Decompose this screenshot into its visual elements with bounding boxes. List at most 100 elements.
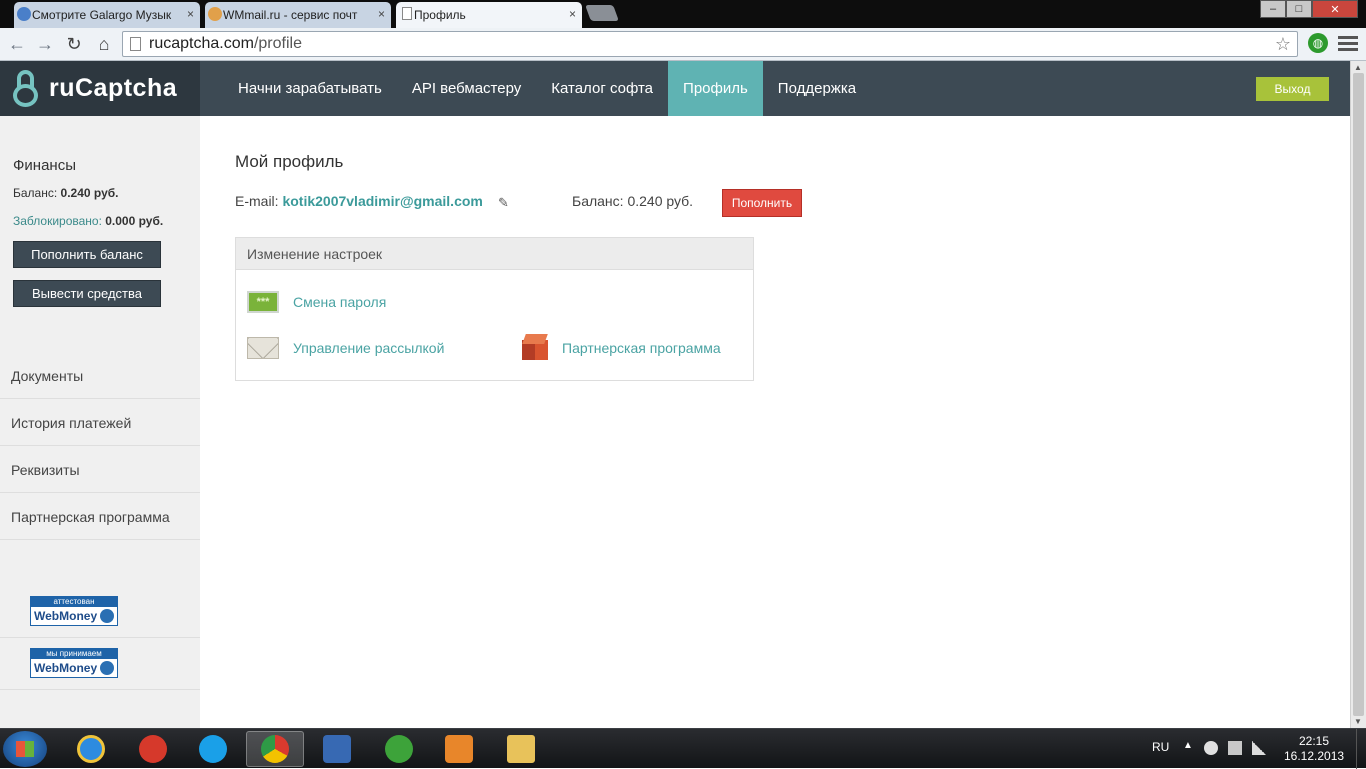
input-language[interactable]: RU: [1152, 740, 1169, 754]
url-host: rucaptcha.com: [149, 35, 254, 52]
partner-program-link[interactable]: Партнерская программа: [522, 334, 721, 362]
page-favicon-icon: [402, 7, 412, 20]
balance-line: Баланс: 0.240 руб.: [13, 186, 119, 200]
blocked-label: Заблокировано:: [13, 214, 106, 228]
tab-close-icon[interactable]: ×: [187, 7, 194, 21]
wmmail-favicon-icon: [208, 7, 222, 21]
tray-expand-arrow-icon[interactable]: ▲: [1183, 740, 1193, 751]
google-favicon-icon: [17, 7, 31, 21]
forward-arrow-icon[interactable]: →: [34, 33, 56, 55]
email-line: E-mail: kotik2007vladimir@gmail.com: [235, 193, 483, 209]
nav-api-webmaster[interactable]: API вебмастеру: [397, 61, 536, 116]
new-tab-button[interactable]: [585, 5, 619, 21]
sidebar-item-requisites[interactable]: Реквизиты: [0, 446, 200, 493]
email-value[interactable]: kotik2007vladimir@gmail.com: [282, 193, 482, 209]
badge-bottom-text: WebMoney: [34, 609, 98, 623]
reload-icon[interactable]: ↻: [63, 33, 85, 55]
webmoney-attested-badge[interactable]: аттестован WebMoney: [30, 596, 118, 626]
ccleaner-icon[interactable]: [124, 731, 182, 767]
envelope-icon: [247, 337, 279, 359]
tray-app-icon[interactable]: [1204, 741, 1218, 755]
partner-program-label: Партнерская программа: [562, 340, 721, 356]
sidebar-menu: Документы История платежей Реквизиты Пар…: [0, 352, 200, 540]
tab-title: WMmail.ru - сервис почт: [223, 8, 358, 22]
browser-toolbar: ← → ↻ ⌂ rucaptcha.com/profile ☆ ◍: [0, 28, 1366, 61]
utorrent-icon[interactable]: [370, 731, 428, 767]
edit-pencil-icon[interactable]: ✎: [498, 195, 512, 210]
browser-tab[interactable]: Смотрите Galargo Музык ×: [14, 2, 200, 28]
webmoney-globe-icon: [100, 609, 114, 623]
webmoney-accept-block: мы принимаем WebMoney: [0, 638, 200, 690]
page-title: Мой профиль: [235, 152, 344, 171]
main-nav: Начни зарабатывать API вебмастеру Катало…: [223, 61, 871, 116]
webmoney-accept-badge[interactable]: мы принимаем WebMoney: [30, 648, 118, 678]
tray-flag-icon[interactable]: [1228, 741, 1242, 755]
balance-value: 0.240 руб.: [60, 186, 119, 200]
page-scrollbar[interactable]: ▲ ▼: [1350, 61, 1366, 728]
webmoney-attested-block: аттестован WebMoney: [0, 586, 200, 638]
internet-explorer-icon[interactable]: [62, 731, 120, 767]
scroll-down-arrow-icon[interactable]: ▼: [1354, 717, 1362, 726]
file-explorer-icon[interactable]: [492, 731, 550, 767]
browser-tab[interactable]: WMmail.ru - сервис почт ×: [205, 2, 391, 28]
extension-globe-icon[interactable]: ◍: [1308, 33, 1328, 53]
browser-tabstrip: Смотрите Galargo Музык × WMmail.ru - сер…: [0, 0, 1366, 28]
logo-text: ruCaptcha: [49, 74, 178, 102]
password-field-icon: ***: [247, 291, 279, 313]
bookmark-star-icon[interactable]: ☆: [1275, 32, 1291, 56]
scroll-up-arrow-icon[interactable]: ▲: [1354, 63, 1362, 72]
home-icon[interactable]: ⌂: [93, 33, 115, 55]
unlocked-padlock-icon: [12, 69, 40, 109]
sidebar-item-payment-history[interactable]: История платежей: [0, 399, 200, 446]
logout-button[interactable]: Выход: [1256, 77, 1329, 101]
taskbar: RU ▲ 22:15 16.12.2013: [0, 728, 1366, 769]
tab-title: Смотрите Galargo Музык: [32, 8, 172, 22]
skype-icon[interactable]: [184, 731, 242, 767]
tab-close-icon[interactable]: ×: [569, 7, 576, 21]
main-content: Мой профиль E-mail: kotik2007vladimir@gm…: [200, 116, 1350, 728]
nav-profile[interactable]: Профиль: [668, 61, 763, 116]
scrollbar-thumb[interactable]: [1353, 73, 1364, 716]
clock-time: 22:15: [1298, 734, 1330, 748]
topup-button[interactable]: Пополнить: [722, 189, 802, 217]
nav-support[interactable]: Поддержка: [763, 61, 871, 116]
system-clock[interactable]: 22:15 16.12.2013: [1284, 734, 1344, 764]
settings-panel: Изменение настроек *** Смена пароля Упра…: [235, 237, 754, 381]
email-label: E-mail:: [235, 193, 283, 209]
badge-top-text: аттестован: [31, 597, 117, 607]
cube-box-icon: [522, 334, 548, 362]
badge-top-text: мы принимаем: [31, 649, 117, 659]
sidebar-item-documents[interactable]: Документы: [0, 352, 200, 399]
video-player-icon[interactable]: [430, 731, 488, 767]
browser-tab-active[interactable]: Профиль ×: [396, 2, 582, 28]
mailing-management-link[interactable]: Управление рассылкой: [247, 337, 444, 359]
address-bar[interactable]: rucaptcha.com/profile ☆: [122, 31, 1298, 57]
nav-start-earning[interactable]: Начни зарабатывать: [223, 61, 397, 116]
media-player-icon[interactable]: [308, 731, 366, 767]
balance-label: Баланс:: [13, 186, 61, 200]
webmoney-globe-icon: [100, 661, 114, 675]
show-desktop-button[interactable]: [1356, 729, 1366, 769]
chrome-icon[interactable]: [246, 731, 304, 767]
nav-software-catalog[interactable]: Каталог софта: [536, 61, 668, 116]
blocked-line: Заблокировано: 0.000 руб.: [13, 214, 163, 228]
maximize-button[interactable]: □: [1286, 0, 1312, 18]
badge-bottom-text: WebMoney: [34, 661, 98, 675]
tab-close-icon[interactable]: ×: [378, 7, 385, 21]
topup-balance-button[interactable]: Пополнить баланс: [13, 241, 161, 268]
withdraw-funds-button[interactable]: Вывести средства: [13, 280, 161, 307]
change-password-link[interactable]: *** Смена пароля: [247, 291, 386, 313]
minimize-button[interactable]: –: [1260, 0, 1286, 18]
browser-menu-icon[interactable]: [1338, 33, 1358, 53]
network-signal-icon[interactable]: [1252, 741, 1266, 755]
back-arrow-icon[interactable]: ←: [6, 33, 28, 55]
mailing-management-label: Управление рассылкой: [293, 340, 445, 356]
sidebar-item-partner-program[interactable]: Партнерская программа: [0, 493, 200, 540]
tab-title: Профиль: [414, 8, 466, 22]
finance-title: Финансы: [13, 157, 76, 174]
logo[interactable]: ruCaptcha: [0, 61, 200, 116]
close-window-button[interactable]: ✕: [1312, 0, 1358, 18]
blocked-value: 0.000 руб.: [105, 214, 164, 228]
windows-start-button[interactable]: [3, 731, 47, 767]
sidebar: Финансы Баланс: 0.240 руб. Заблокировано…: [0, 116, 200, 728]
